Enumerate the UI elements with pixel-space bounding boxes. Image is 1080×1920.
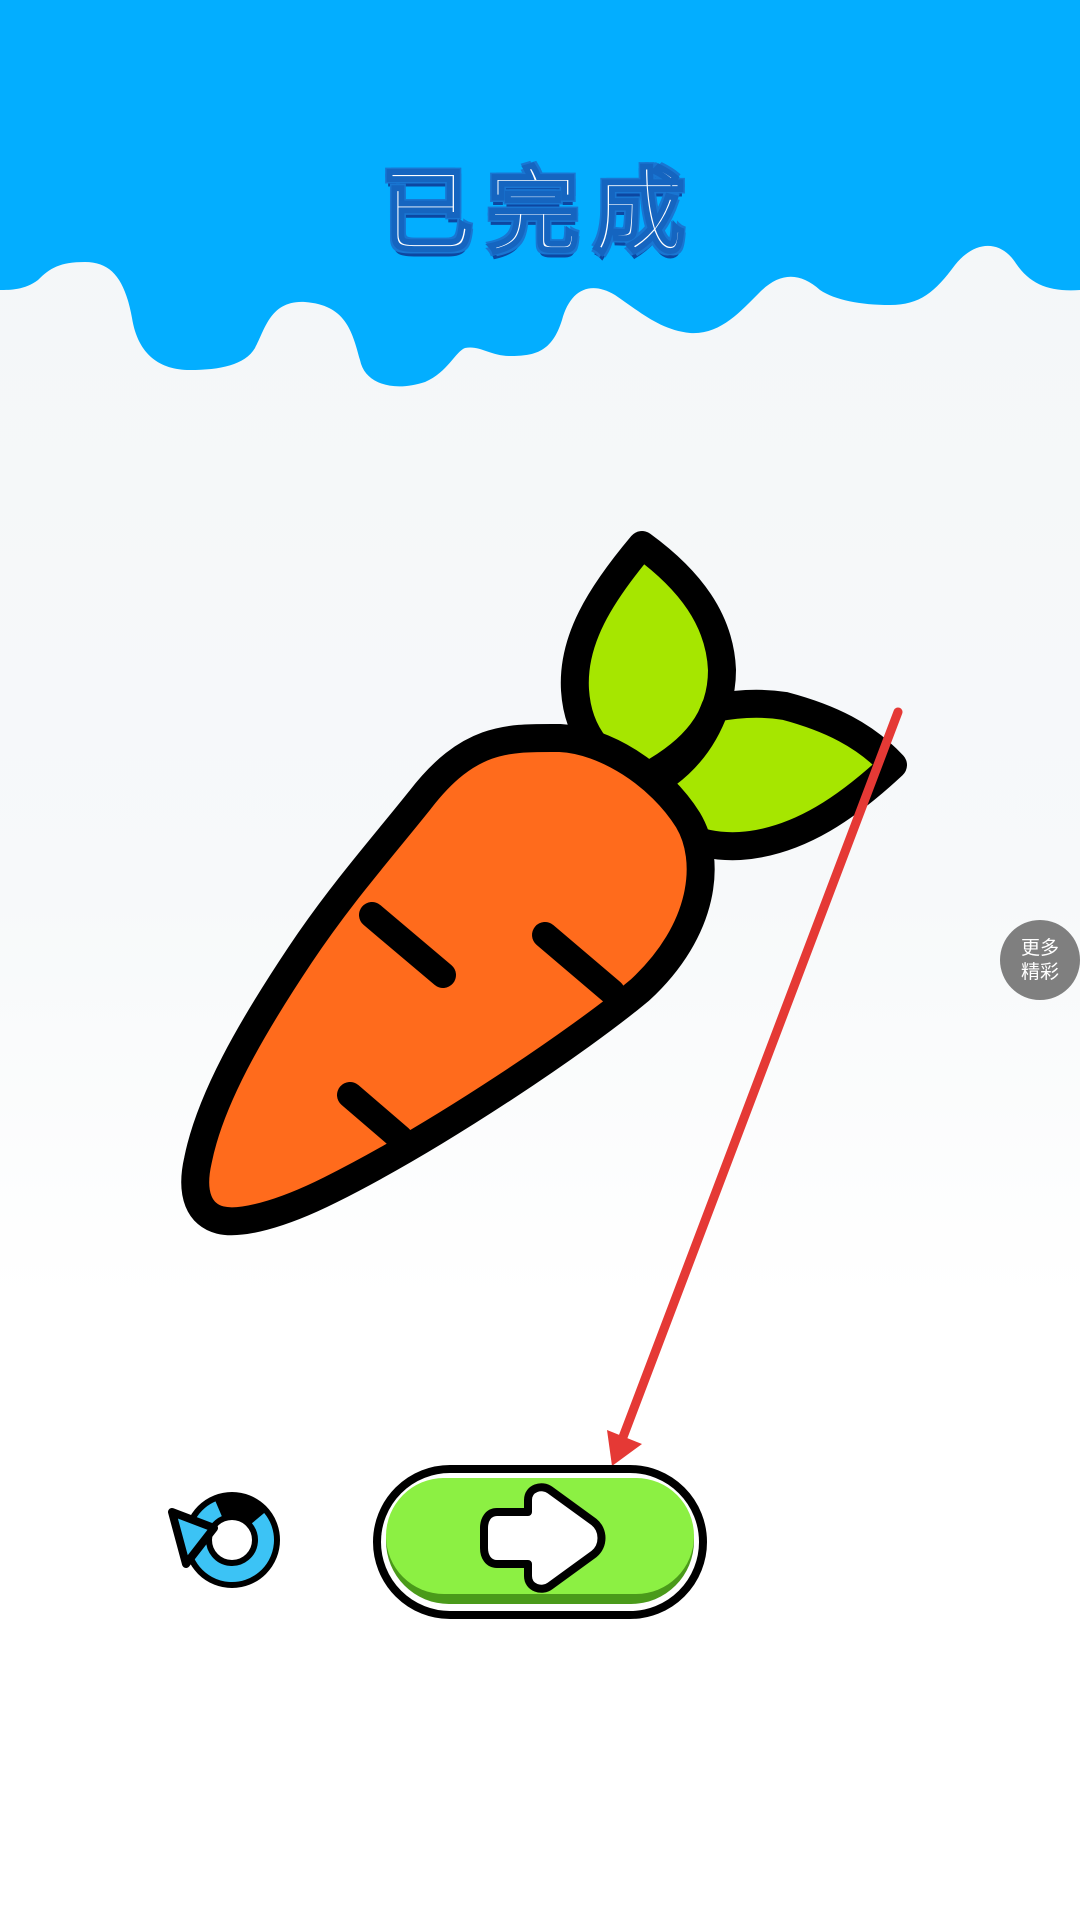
carrot-artwork <box>181 531 907 1236</box>
restart-button[interactable] <box>162 1488 286 1596</box>
page-title: 已完成 <box>379 157 699 268</box>
more-games-label-line1: 更多 <box>1020 937 1059 959</box>
next-button[interactable] <box>372 1464 708 1620</box>
restart-arrow-icon <box>168 1492 280 1588</box>
more-games-button[interactable]: 更多 精彩 <box>1000 920 1080 1000</box>
more-games-label-line2: 精彩 <box>1020 961 1059 983</box>
